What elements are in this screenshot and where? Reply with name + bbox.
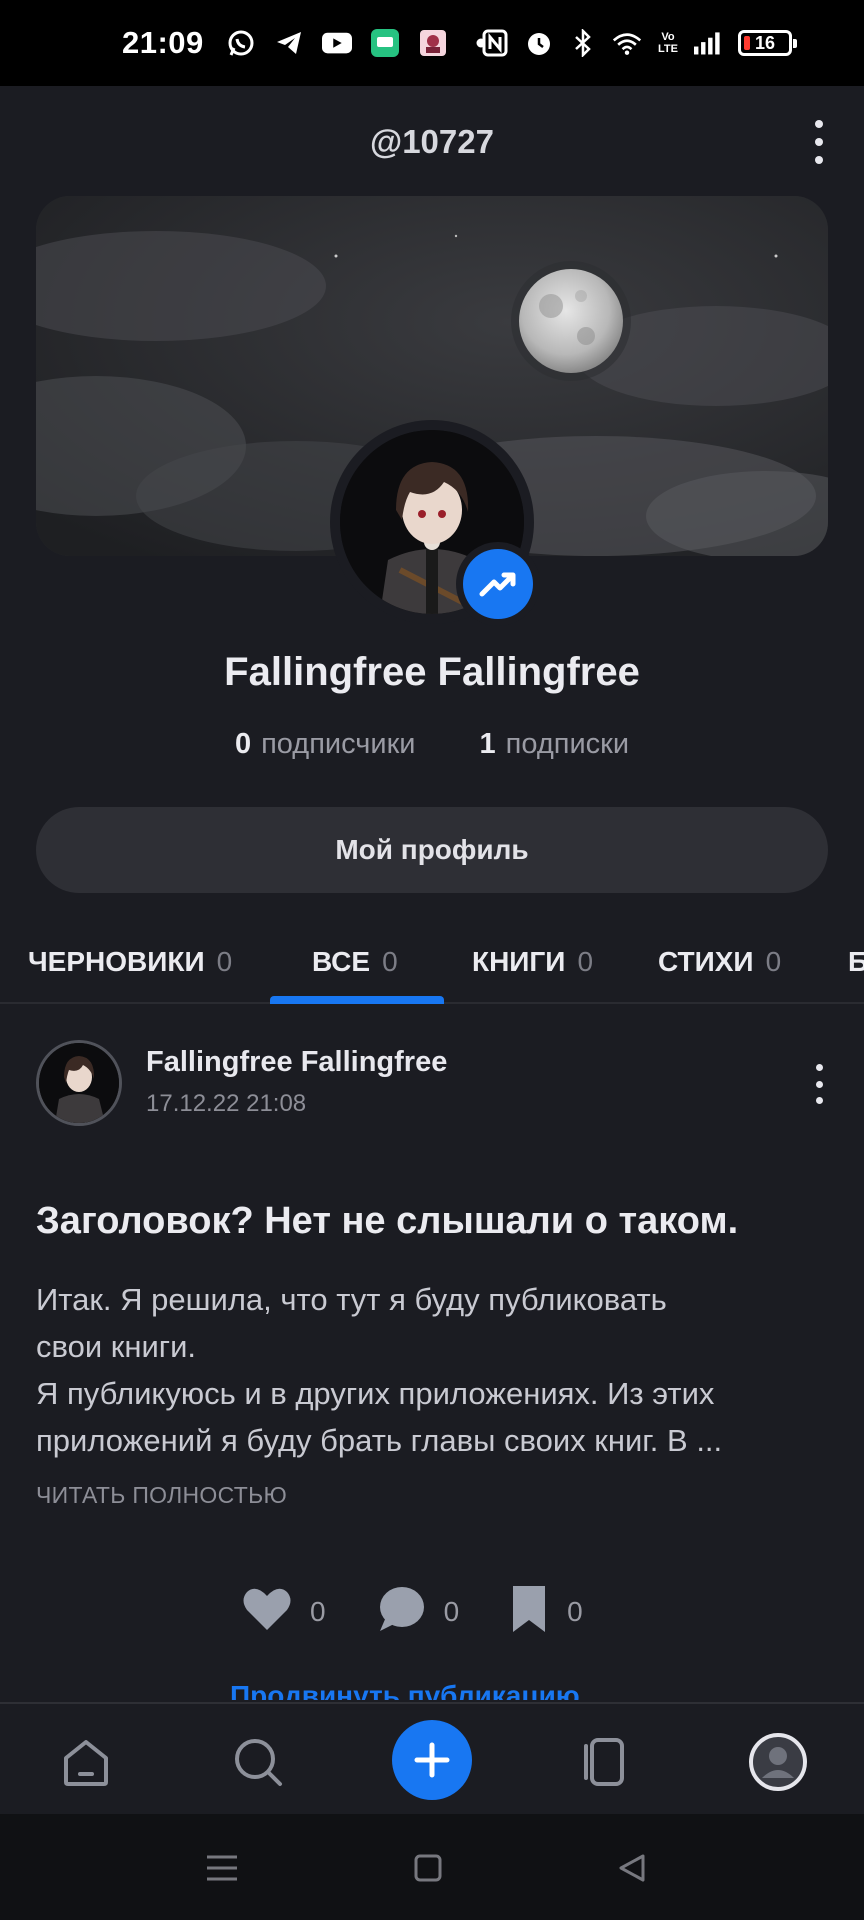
my-profile-button[interactable]: Мой профиль <box>36 807 828 893</box>
alarm-icon <box>524 28 554 58</box>
post-actions: 0 0 0 <box>242 1584 633 1639</box>
comment-icon <box>376 1585 426 1638</box>
wifi-icon <box>612 28 642 58</box>
user-handle: @10727 <box>370 123 494 160</box>
post-body[interactable]: Итак. Я решила, что тут я буду публикова… <box>36 1276 836 1464</box>
whatsapp-icon <box>226 28 256 58</box>
bookmark-button[interactable]: 0 <box>509 1584 583 1639</box>
post-author-name[interactable]: Fallingfree Fallingfree <box>146 1046 447 1079</box>
profile-icon[interactable] <box>746 1730 810 1794</box>
status-bar: 21:09 Vo LTE 16 <box>0 0 864 86</box>
profile-header: @10727 <box>0 86 864 198</box>
followers-count[interactable]: 0 подписчики <box>235 728 416 761</box>
bottom-navigation <box>0 1702 864 1814</box>
system-navigation-bar <box>0 1814 864 1920</box>
feed-icon[interactable] <box>572 1730 636 1794</box>
tab-books[interactable]: КНИГИ 0 <box>472 920 593 1002</box>
bookmark-icon <box>509 1584 549 1639</box>
recents-menu-icon[interactable] <box>202 1848 242 1888</box>
photo-app-icon <box>418 28 448 58</box>
search-icon[interactable] <box>226 1730 290 1794</box>
post-date: 17.12.22 21:08 <box>146 1090 307 1117</box>
post-more-icon[interactable] <box>808 1064 830 1104</box>
post-title[interactable]: Заголовок? Нет не слышали о таком. <box>36 1200 836 1243</box>
more-options-icon[interactable] <box>808 120 830 164</box>
content-tabs: ЧЕРНОВИКИ0 ВСЕ0 КНИГИ0 СТИХИ0 Б <box>0 920 864 1004</box>
follow-counts: 0 подписчики 1 подписки <box>0 728 864 761</box>
post-author-avatar[interactable] <box>36 1040 122 1126</box>
promote-post-link[interactable]: Продвинуть публикацию <box>0 1680 864 1700</box>
home-square-icon[interactable] <box>408 1848 448 1888</box>
bluetooth-icon <box>568 28 598 58</box>
profile-name: Fallingfree Fallingfree <box>224 650 640 694</box>
add-icon[interactable] <box>392 1720 472 1800</box>
telegram-icon <box>274 28 304 58</box>
tab-next[interactable]: Б <box>848 920 864 1002</box>
bookmark-count: 0 <box>567 1595 583 1627</box>
signal-icon <box>694 28 724 58</box>
tab-drafts[interactable]: ЧЕРНОВИКИ 0 <box>28 920 232 1002</box>
trending-badge-icon[interactable] <box>456 542 540 626</box>
youtube-icon <box>321 28 352 58</box>
tab-poems[interactable]: СТИХИ 0 <box>658 920 781 1002</box>
following-count[interactable]: 1 подписки <box>479 728 629 761</box>
status-time: 21:09 <box>122 25 204 60</box>
battery-icon: 16 <box>738 30 797 56</box>
active-tab-indicator <box>270 996 444 1004</box>
read-more-link[interactable]: ЧИТАТЬ ПОЛНОСТЬЮ <box>36 1482 287 1509</box>
volte-icon: Vo LTE <box>658 31 678 55</box>
like-count: 0 <box>310 1595 326 1627</box>
heart-icon <box>242 1586 292 1637</box>
tab-all[interactable]: ВСЕ 0 <box>312 920 398 1002</box>
nfc-icon <box>480 28 510 58</box>
comment-button[interactable]: 0 <box>376 1585 460 1638</box>
like-button[interactable]: 0 <box>242 1586 326 1637</box>
comment-count: 0 <box>443 1595 460 1627</box>
home-icon[interactable] <box>54 1730 118 1794</box>
chat-app-icon <box>370 28 400 58</box>
back-icon[interactable] <box>612 1848 652 1888</box>
